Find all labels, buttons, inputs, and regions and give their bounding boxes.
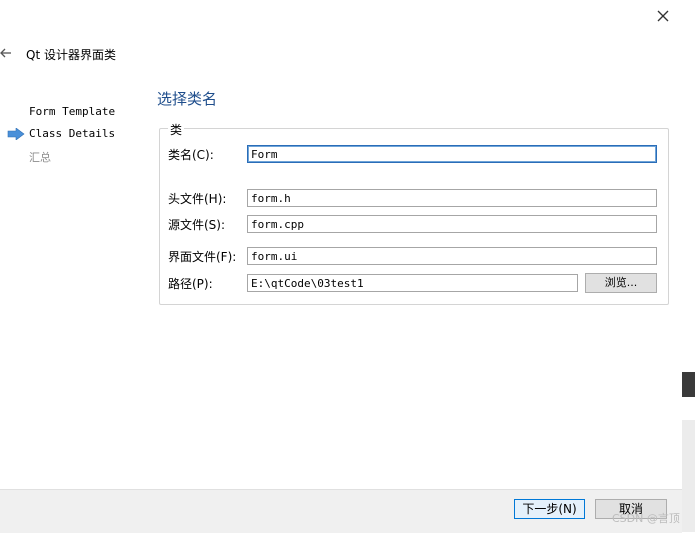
ui-file-input[interactable]: form.ui [247,247,657,265]
back-arrow-icon [0,48,11,58]
step-class-details: Class Details [29,127,116,140]
ui-file-label: 界面文件(F): [168,250,237,264]
source-file-label: 源文件(S): [168,218,226,232]
page-title: 选择类名 [157,90,218,108]
group-title: 类 [168,121,185,138]
header-file-label: 头文件(H): [168,192,227,206]
close-icon [657,10,669,22]
class-name-label: 类名(C): [168,148,214,162]
watermark: CSDN @言顶 [612,512,680,525]
current-step-arrow-icon [7,127,25,141]
browse-button[interactable]: 浏览... [585,273,657,293]
background-window-edge [682,372,695,397]
step-form-template: Form Template [29,105,116,118]
next-button[interactable]: 下一步(N) [514,499,585,519]
path-label: 路径(P): [168,277,213,291]
background-window-edge-light [682,420,695,532]
source-file-input[interactable]: form.cpp [247,215,657,233]
window-title: Qt 设计器界面类 [26,48,116,62]
step-summary: 汇总 [29,151,51,164]
path-input[interactable]: E:\qtCode\03test1 [247,274,578,292]
header-file-input[interactable]: form.h [247,189,657,207]
back-button[interactable] [0,45,16,63]
close-button[interactable] [652,5,674,27]
class-name-input[interactable]: Form [247,145,657,163]
